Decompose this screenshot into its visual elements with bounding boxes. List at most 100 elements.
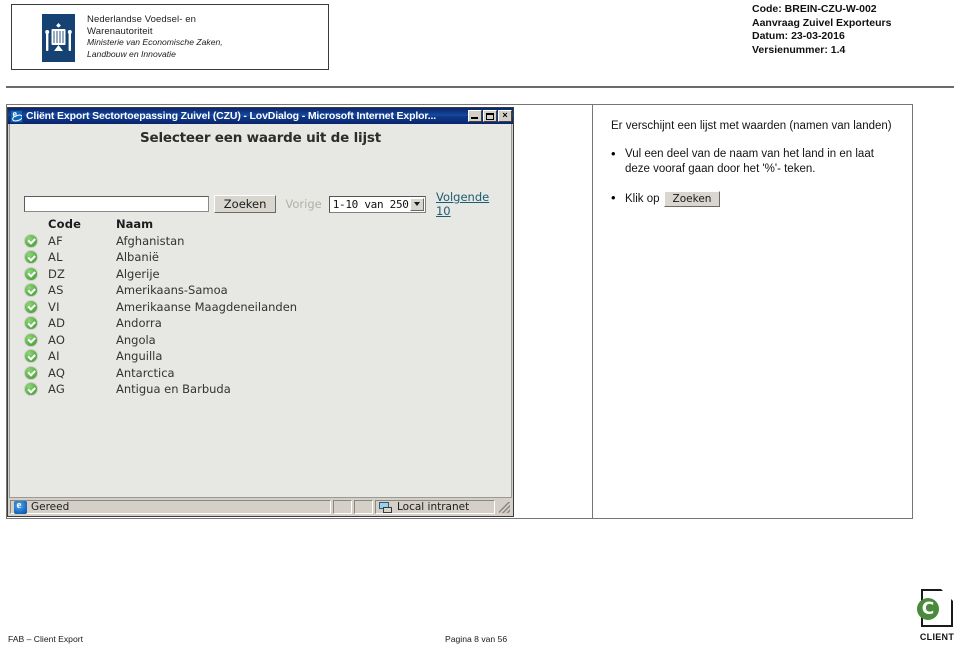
table-row[interactable]: AO Angola — [24, 332, 494, 349]
instructions-cell: Er verschijnt een lijst met waarden (nam… — [592, 105, 912, 518]
search-input[interactable] — [24, 196, 209, 212]
resize-grip[interactable] — [497, 500, 511, 514]
cell-code: AI — [48, 349, 60, 364]
cell-code: DZ — [48, 266, 66, 281]
document-code: Code: BREIN-CZU-W-002 — [752, 3, 877, 15]
table-row[interactable]: AQ Antarctica — [24, 365, 494, 382]
cell-code: AL — [48, 250, 63, 265]
instruction-bullet-1: • Vul een deel van de naam van het land … — [611, 147, 896, 177]
content-table: Cliënt Export Sectortoepassing Zuivel (C… — [6, 104, 913, 519]
select-cell[interactable] — [24, 299, 48, 314]
close-button[interactable]: × — [498, 110, 512, 122]
footer-page-number: Pagina 8 van 56 — [445, 634, 508, 644]
search-button[interactable]: Zoeken — [213, 195, 277, 213]
cell-naam: Albanië — [116, 250, 159, 265]
ie-titlebar[interactable]: Cliënt Export Sectortoepassing Zuivel (C… — [8, 108, 513, 124]
document-subject: Aanvraag Zuivel Exporteurs — [752, 16, 892, 29]
logo-line-2: Warenautoriteit — [87, 25, 153, 37]
chevron-down-icon[interactable] — [409, 197, 424, 211]
select-cell[interactable] — [24, 250, 48, 265]
ie-dialog-window: Cliënt Export Sectortoepassing Zuivel (C… — [7, 107, 514, 517]
logo-line-4: Landbouw en Innovatie — [87, 48, 176, 59]
select-cell[interactable] — [24, 332, 48, 347]
table-row[interactable]: AF Afghanistan — [24, 233, 494, 250]
cell-naam: Antarctica — [116, 365, 175, 380]
client-c-icon: C — [917, 598, 939, 620]
column-header-code: Code — [48, 217, 82, 232]
document-header: Nederlandse Voedsel- en Warenautoriteit … — [0, 0, 960, 88]
range-dropdown[interactable]: 1-10 van 250 — [328, 195, 426, 213]
cell-code: AG — [48, 382, 65, 397]
previous-link-disabled: Vorige — [285, 197, 322, 211]
search-button-illustration: Zoeken — [663, 191, 721, 207]
range-dropdown-value: 1-10 van 250 — [332, 197, 409, 211]
select-cell[interactable] — [24, 382, 48, 397]
logo-line-3: Ministerie van Economische Zaken, — [87, 37, 223, 47]
select-check-icon[interactable] — [24, 299, 38, 314]
organisation-logo-text: Nederlandse Voedsel- en Warenautoriteit … — [87, 14, 317, 60]
select-cell[interactable] — [24, 365, 48, 380]
select-cell[interactable] — [24, 349, 48, 364]
netherlands-coat-of-arms-icon — [42, 14, 75, 62]
select-check-icon[interactable] — [24, 365, 38, 380]
bullet-icon: • — [611, 190, 616, 205]
organisation-logo-box: Nederlandse Voedsel- en Warenautoriteit … — [11, 4, 329, 70]
select-check-icon[interactable] — [24, 233, 38, 248]
cell-naam: Anguilla — [116, 349, 163, 364]
instruction-text-1: Vul een deel van de naam van het land in… — [625, 148, 874, 175]
select-cell[interactable] — [24, 316, 48, 331]
maximize-button[interactable] — [483, 110, 497, 122]
internet-explorer-icon — [14, 499, 27, 514]
cell-naam: Andorra — [116, 316, 162, 331]
cell-naam: Afghanistan — [116, 233, 185, 248]
instruction-bullet-2: • Klik op Zoeken — [611, 191, 896, 207]
screenshot-cell: Cliënt Export Sectortoepassing Zuivel (C… — [7, 105, 592, 518]
select-check-icon[interactable] — [24, 266, 38, 281]
table-row[interactable]: AI Anguilla — [24, 348, 494, 365]
minimize-button[interactable] — [468, 110, 482, 122]
values-list: Code Naam AF Afghanistan AL Albanië DZ A… — [24, 216, 494, 398]
cell-code: AQ — [48, 365, 66, 380]
select-check-icon[interactable] — [24, 332, 38, 347]
select-cell[interactable] — [24, 266, 48, 281]
select-check-icon[interactable] — [24, 382, 38, 397]
status-pane-empty-1 — [333, 500, 352, 514]
column-header-naam: Naam — [116, 217, 154, 232]
table-row[interactable]: DZ Algerije — [24, 266, 494, 283]
select-check-icon[interactable] — [24, 250, 38, 265]
bullet-icon: • — [611, 146, 616, 161]
security-zone-text: Local intranet — [397, 501, 470, 513]
table-row[interactable]: AG Antigua en Barbuda — [24, 381, 494, 398]
security-zone-pane[interactable]: Local intranet — [375, 500, 495, 514]
next-page-link[interactable]: Volgende 10 — [436, 190, 504, 218]
table-row[interactable]: AL Albanië — [24, 249, 494, 266]
cell-code: AF — [48, 233, 63, 248]
select-check-icon[interactable] — [24, 283, 38, 298]
table-row[interactable]: AS Amerikaans-Samoa — [24, 282, 494, 299]
header-divider — [6, 86, 954, 88]
select-check-icon[interactable] — [24, 316, 38, 331]
table-row[interactable]: AD Andorra — [24, 315, 494, 332]
cell-naam: Amerikaans-Samoa — [116, 283, 228, 298]
footer-left-text: FAB – Client Export — [8, 634, 83, 644]
select-cell[interactable] — [24, 233, 48, 248]
instruction-text-2-prefix: Klik op — [625, 192, 660, 205]
logo-line-1: Nederlandse Voedsel- en — [87, 14, 196, 25]
internet-explorer-icon — [10, 109, 23, 123]
document-version: Versienummer: 1.4 — [752, 43, 846, 56]
search-toolbar: Zoeken Vorige 1-10 van 250 Volgende 10 — [24, 190, 504, 218]
cell-code: AS — [48, 283, 64, 298]
cell-naam: Antigua en Barbuda — [116, 382, 231, 397]
ie-client-area: Selecteer een waarde uit de lijst Zoeken… — [9, 124, 512, 498]
cell-naam: Amerikaanse Maagdeneilanden — [116, 299, 298, 314]
cell-code: VI — [48, 299, 60, 314]
cell-code: AO — [48, 332, 66, 347]
instruction-text-2: Klik op Zoeken — [625, 191, 896, 207]
status-pane-empty-2 — [354, 500, 373, 514]
status-text: Gereed — [31, 501, 70, 513]
cell-naam: Algerije — [116, 266, 160, 281]
select-cell[interactable] — [24, 283, 48, 298]
dialog-heading: Selecteer een waarde uit de lijst — [140, 130, 381, 146]
select-check-icon[interactable] — [24, 349, 38, 364]
table-row[interactable]: VI Amerikaanse Maagdeneilanden — [24, 299, 494, 316]
